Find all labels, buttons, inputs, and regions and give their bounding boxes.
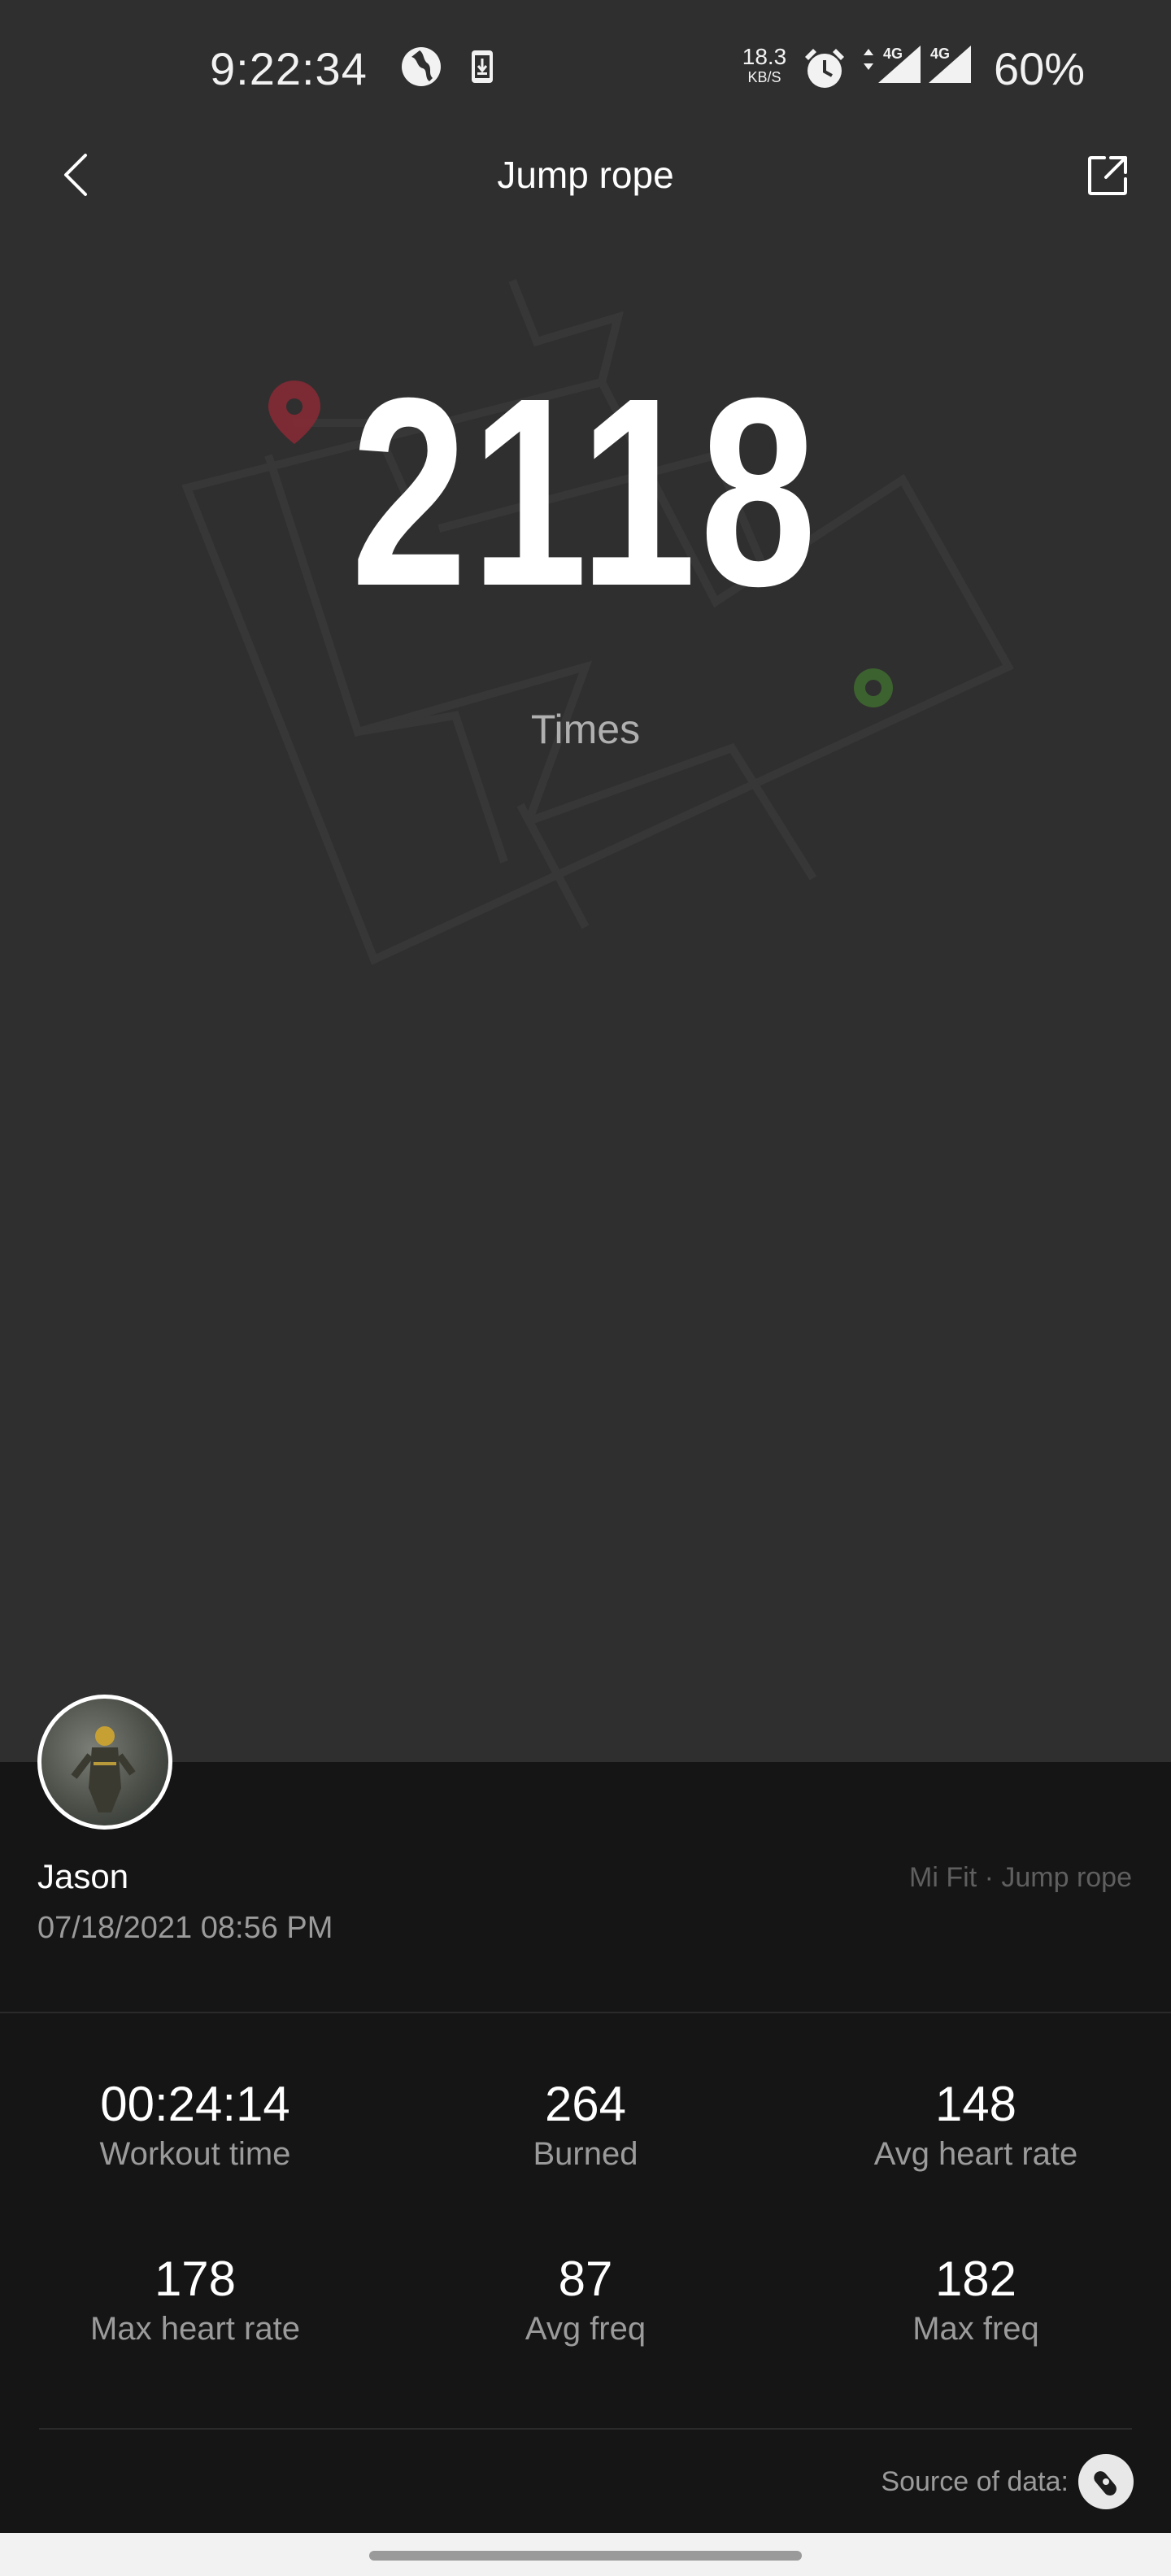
jump-count: 2118: [350, 342, 821, 642]
status-time: 9:22:34: [210, 43, 368, 94]
status-bar: 9:22:34 18.3 KB/S 4G 4G 60%: [0, 0, 1171, 134]
stat-avg-freq: 87 Avg freq: [525, 2252, 646, 2348]
stat-max-heart-rate: 178 Max heart rate: [90, 2252, 300, 2348]
home-indicator[interactable]: [369, 2551, 802, 2561]
share-button[interactable]: [1082, 150, 1134, 202]
stat-burned: 264 Burned: [533, 2077, 638, 2173]
avatar[interactable]: [37, 1695, 172, 1830]
band-icon[interactable]: [1078, 2454, 1134, 2509]
alarm-icon: [805, 49, 844, 88]
source-app-label: Mi Fit · Jump rope: [909, 1862, 1132, 1893]
data-source-row: Source of data:: [881, 2453, 1134, 2510]
workout-detail-screen: 9:22:34 18.3 KB/S 4G 4G 60% Jump rope 21…: [0, 0, 1171, 2576]
data-source-label: Source of data:: [881, 2465, 1069, 2497]
svg-text:4G: 4G: [930, 46, 950, 62]
workout-datetime: 07/18/2021 08:56 PM: [37, 1911, 333, 1945]
signal-icon-2: 4G: [929, 46, 971, 83]
jump-count-unit: Times: [530, 707, 641, 752]
end-marker: [854, 668, 893, 707]
avatar-image: [71, 1726, 136, 1812]
user-name: Jason: [37, 1857, 129, 1895]
page-title: Jump rope: [497, 154, 674, 196]
stat-avg-heart-rate: 148 Avg heart rate: [873, 2077, 1078, 2173]
system-nav-bar: [0, 2533, 1171, 2576]
network-speed: 18.3 KB/S: [742, 44, 787, 85]
stat-max-freq: 182 Max freq: [912, 2252, 1039, 2348]
share-icon: [1088, 156, 1127, 195]
stat-workout-time: 00:24:14 Workout time: [99, 2077, 291, 2173]
battery-level: 60%: [994, 43, 1086, 94]
download-icon: [472, 50, 493, 83]
svg-text:4G: 4G: [883, 46, 903, 62]
band-icon-glyph: [1094, 2471, 1117, 2496]
divider: [0, 2012, 1171, 2013]
signal-icon: 4G: [864, 46, 921, 83]
globe-icon: [402, 47, 441, 86]
divider: [39, 2428, 1132, 2430]
